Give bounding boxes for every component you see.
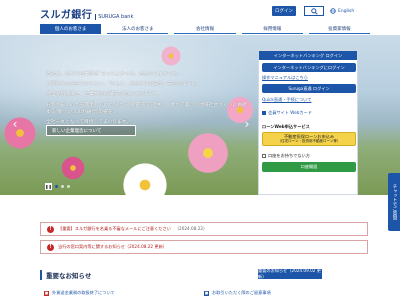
language-english-link[interactable]: English [330, 8, 354, 14]
news-item[interactable]: ■ 外貨送金業務の取扱終了について [44, 290, 115, 296]
language-label: English [338, 8, 355, 14]
internet-banking-header: インターネットバンキング ログイン [259, 51, 357, 60]
flower-decoration [2, 115, 38, 151]
hero-slide-dot[interactable] [67, 185, 70, 188]
ib-login-button[interactable]: インターネットバンキングにログイン [262, 63, 356, 72]
news-item-icon: ■ [204, 290, 209, 296]
hero-text-line: と思われる存在でありたい。"のもと、お客さまの安全・安心を第一に、 [46, 82, 201, 88]
chat-support-tab[interactable]: チャットでご質問 [388, 173, 400, 231]
flower-decoration [60, 155, 86, 181]
globe-icon [330, 8, 336, 14]
hero-text-line: お客さまに心から満足していただける"価値"をご提供し、豊かで美しい地域社会づくり… [46, 102, 247, 115]
hero-text-line: 健全な組織風土、企業文化の醸成を進めております。 [46, 92, 161, 98]
flower-decoration [160, 45, 182, 67]
alert-notices: ! 【重要】スルガ銀行を名乗る不審なメールにご注意ください （2024.08.2… [40, 222, 368, 258]
hero-pause-button[interactable]: ❚❚ [45, 183, 52, 190]
important-news-title: 重要なお知らせ [46, 272, 92, 280]
ib-manual-link[interactable]: 操作マニュアルはこちら [262, 74, 356, 81]
tab-recruit[interactable]: 採用情報 [241, 24, 303, 34]
hero-message: 当社は、新たな企業理念"あってよかった、出会えてよかった、 と思われる存在であり… [46, 71, 251, 129]
member-site-label: 会員サイト Webカード [268, 110, 312, 115]
alert-date: （2024.08.22） [174, 226, 208, 231]
tab-company[interactable]: 会社情報 [174, 24, 236, 34]
alert-icon: ! [47, 243, 54, 251]
main-nav: 個人のお客さま 法人のお客さま 会社情報 採用情報 投資家情報 [40, 24, 371, 35]
loan-apply-button[interactable]: 不動産担保ローンお申込み （住宅ローン・投資用不動産ローン等） [262, 132, 356, 146]
flower-decoration [120, 160, 170, 195]
hero-slide-dot[interactable] [61, 185, 64, 188]
bizmail-login-button[interactable]: Suruga直通 ログイン [262, 84, 356, 93]
alert-text: 【重要】スルガ銀行を名乗る不審なメールにご注意ください [58, 226, 171, 231]
chevron-left-icon: ‹ [12, 117, 18, 131]
hero-controls: ❚❚ [45, 183, 70, 190]
chevron-right-icon: › [244, 117, 250, 131]
checkbox-icon [262, 153, 266, 158]
section-accent-bar [40, 270, 42, 280]
alert-notice[interactable]: ! 当行の窓口案内等に関するお知らせ（2024.08.22 更新） [40, 240, 368, 254]
brand-logo[interactable]: スルガ銀行 SURUGA bank [40, 6, 133, 21]
tab-personal[interactable]: 個人のお客さま [40, 24, 102, 34]
account-section-label: 口座をお持ちでない方 [268, 152, 310, 158]
site-header: スルガ銀行 SURUGA bank ログイン English [0, 0, 400, 24]
loan-section-title: ローンWeb申込サービス [262, 123, 310, 129]
header-login-button[interactable]: ログイン [272, 6, 296, 16]
bullet-icon [262, 111, 266, 115]
alert-text: 当行の窓口案内等に関するお知らせ（2024.08.22 更新） [58, 244, 167, 249]
hero-cta-button[interactable]: 新しい企業理念について [46, 125, 136, 136]
hero-prev-button[interactable]: ‹ [10, 117, 20, 131]
news-item[interactable]: ■ お取引いただく際のご留意事項 [204, 290, 271, 296]
pause-icon: ❚❚ [45, 184, 52, 189]
account-section-title: 口座をお持ちでない方 [262, 152, 356, 159]
bizmail-info-link[interactable]: Quick直通・手続について [262, 96, 356, 103]
news-item-icon: ■ [44, 290, 49, 296]
search-icon [310, 7, 318, 15]
alert-notice[interactable]: ! 【重要】スルガ銀行を名乗る不審なメールにご注意ください （2024.08.2… [40, 222, 368, 236]
tab-corporate[interactable]: 法人のお客さま [107, 24, 169, 34]
open-account-button[interactable]: 口座開設 [262, 162, 356, 172]
hero-text-line: 当社は、新たな企業理念"あってよかった、出会えてよかった、 [46, 72, 183, 77]
flower-decoration [185, 130, 231, 176]
loan-button-line2: （住宅ローン・投資用不動産ローン等） [277, 139, 341, 143]
news-item-text: 外貨送金業務の取扱終了について [52, 290, 115, 295]
brand-name-en: SURUGA bank [95, 14, 133, 20]
news-item-text: お取引いただく際のご留意事項 [212, 290, 271, 295]
search-button[interactable] [304, 6, 324, 16]
brand-name-jp: スルガ銀行 [40, 10, 93, 21]
hero-slide-dot[interactable] [55, 185, 58, 188]
hero-next-button[interactable]: › [242, 117, 252, 131]
service-panel: インターネットバンキング ログイン インターネットバンキングにログイン 操作マニ… [258, 50, 358, 195]
member-site-link[interactable]: 会員サイト Webカード [262, 109, 356, 117]
alert-icon: ! [47, 225, 54, 233]
important-news-list-button[interactable]: 重要のお知らせ（2024.09.02 更新） [258, 268, 322, 279]
tab-investor[interactable]: 投資家情報 [308, 24, 371, 34]
